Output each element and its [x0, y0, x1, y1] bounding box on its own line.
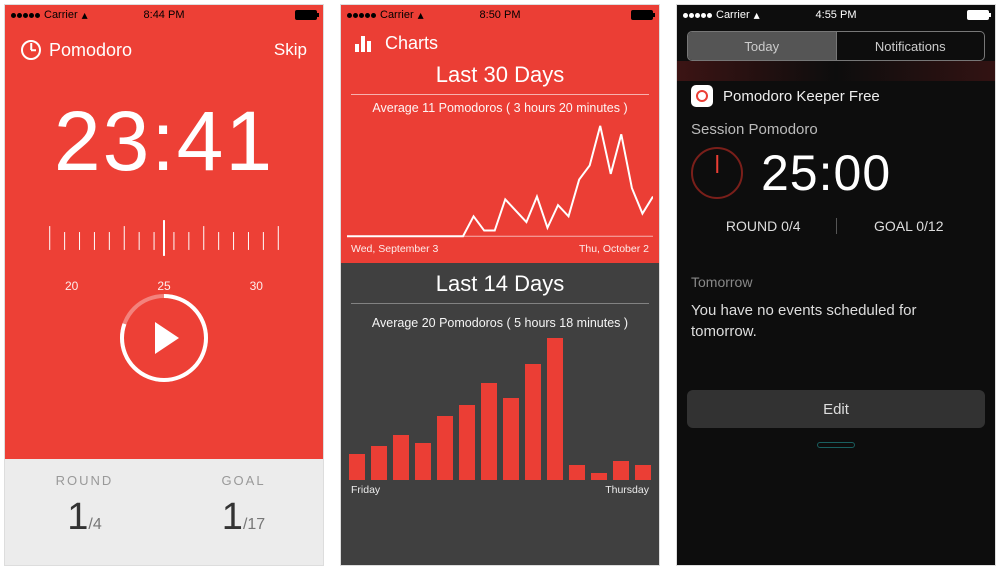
linechart-30d [341, 115, 659, 243]
battery-icon [631, 10, 653, 20]
statusbar-time: 8:50 PM [480, 9, 521, 21]
goal-stat: GOAL 1/17 [164, 459, 323, 565]
navbar: Pomodoro Skip [5, 25, 323, 69]
blur-decoration [677, 61, 995, 81]
status-bar: Carrier ▴ 4:55 PM [677, 5, 995, 25]
widget-timer-display: 25:00 [761, 144, 891, 202]
edit-button[interactable]: Edit [687, 390, 985, 428]
date-end-30d: Thu, October 2 [579, 243, 649, 255]
battery-icon [967, 10, 989, 20]
bar [393, 435, 409, 480]
date-end-14d: Thursday [605, 484, 649, 496]
tab-today[interactable]: Today [688, 32, 836, 60]
status-bar: Carrier ▴ 8:44 PM [5, 5, 323, 25]
timer-icon [21, 40, 41, 60]
grabber-handle-icon[interactable] [817, 442, 855, 448]
widget-app-name: Pomodoro Keeper Free [723, 88, 880, 105]
page-title: Charts [385, 33, 438, 54]
tomorrow-message: You have no events scheduled for tomorro… [691, 300, 981, 342]
page-title: Pomodoro [49, 40, 132, 61]
bar [349, 454, 365, 480]
chart-subtitle-30d: Average 11 Pomodoros ( 3 hours 20 minute… [341, 101, 659, 115]
skip-button[interactable]: Skip [274, 40, 307, 60]
ruler-tick-label: 20 [65, 279, 78, 293]
bar [415, 443, 431, 481]
bar [437, 416, 453, 480]
timer-ring-icon [691, 147, 743, 199]
battery-icon [295, 10, 317, 20]
ruler-tick-label: 30 [250, 279, 263, 293]
round-label: ROUND [5, 473, 164, 488]
play-button[interactable] [118, 292, 210, 384]
navbar: Charts [341, 25, 659, 58]
stats-footer: ROUND 1/4 GOAL 1/17 [5, 459, 323, 565]
ruler-tick-label: 25 [157, 279, 170, 293]
status-bar: Carrier ▴ 8:50 PM [341, 5, 659, 25]
barchart-14d [341, 330, 659, 480]
bar [459, 405, 475, 480]
session-label: Session Pomodoro [691, 121, 981, 138]
signal-dots-icon [347, 13, 376, 18]
round-stat: ROUND 1/4 [5, 459, 164, 565]
goal-label: GOAL [164, 473, 323, 488]
today-notifications-tabs: Today Notifications [687, 31, 985, 61]
bar [569, 465, 585, 480]
signal-dots-icon [683, 13, 712, 18]
tomorrow-section: Tomorrow You have no events scheduled fo… [677, 274, 995, 342]
bar [503, 398, 519, 481]
statusbar-time: 8:44 PM [144, 9, 185, 21]
chart-title-14d: Last 14 Days [341, 271, 659, 297]
carrier-label: Carrier [380, 9, 414, 21]
date-start-30d: Wed, September 3 [351, 243, 438, 255]
ruler-ticks-icon [5, 204, 323, 274]
widget-round: ROUND 0/4 [691, 218, 836, 234]
bar-chart-icon [355, 36, 375, 52]
widget-goal: GOAL 0/12 [837, 218, 982, 234]
bar [613, 461, 629, 480]
wifi-icon: ▴ [82, 8, 88, 22]
screen-notification-center: Carrier ▴ 4:55 PM Today Notifications Po… [676, 4, 996, 566]
carrier-label: Carrier [716, 9, 750, 21]
chart-title-30d: Last 30 Days [341, 62, 659, 88]
tab-notifications[interactable]: Notifications [836, 32, 985, 60]
app-icon [691, 85, 713, 107]
bar [525, 364, 541, 480]
chart-subtitle-14d: Average 20 Pomodoros ( 5 hours 18 minute… [341, 316, 659, 330]
bar [547, 338, 563, 481]
play-icon [155, 322, 179, 354]
timer-display: 23:41 [5, 93, 323, 190]
divider [351, 94, 649, 95]
statusbar-time: 4:55 PM [816, 9, 857, 21]
wifi-icon: ▴ [418, 8, 424, 22]
bar [591, 473, 607, 481]
tomorrow-heading: Tomorrow [691, 274, 981, 290]
screen-charts: Carrier ▴ 8:50 PM Charts Last 30 Days Av… [340, 4, 660, 566]
pomodoro-widget: Pomodoro Keeper Free Session Pomodoro 25… [677, 85, 995, 234]
wifi-icon: ▴ [754, 8, 760, 22]
date-start-14d: Friday [351, 484, 380, 496]
screen-pomodoro-timer: Carrier ▴ 8:44 PM Pomodoro Skip 23:41 [4, 4, 324, 566]
divider [351, 303, 649, 304]
bar [371, 446, 387, 480]
bar [481, 383, 497, 481]
time-ruler[interactable]: 20 25 30 [5, 204, 323, 274]
bar [635, 465, 651, 480]
signal-dots-icon [11, 13, 40, 18]
carrier-label: Carrier [44, 9, 78, 21]
